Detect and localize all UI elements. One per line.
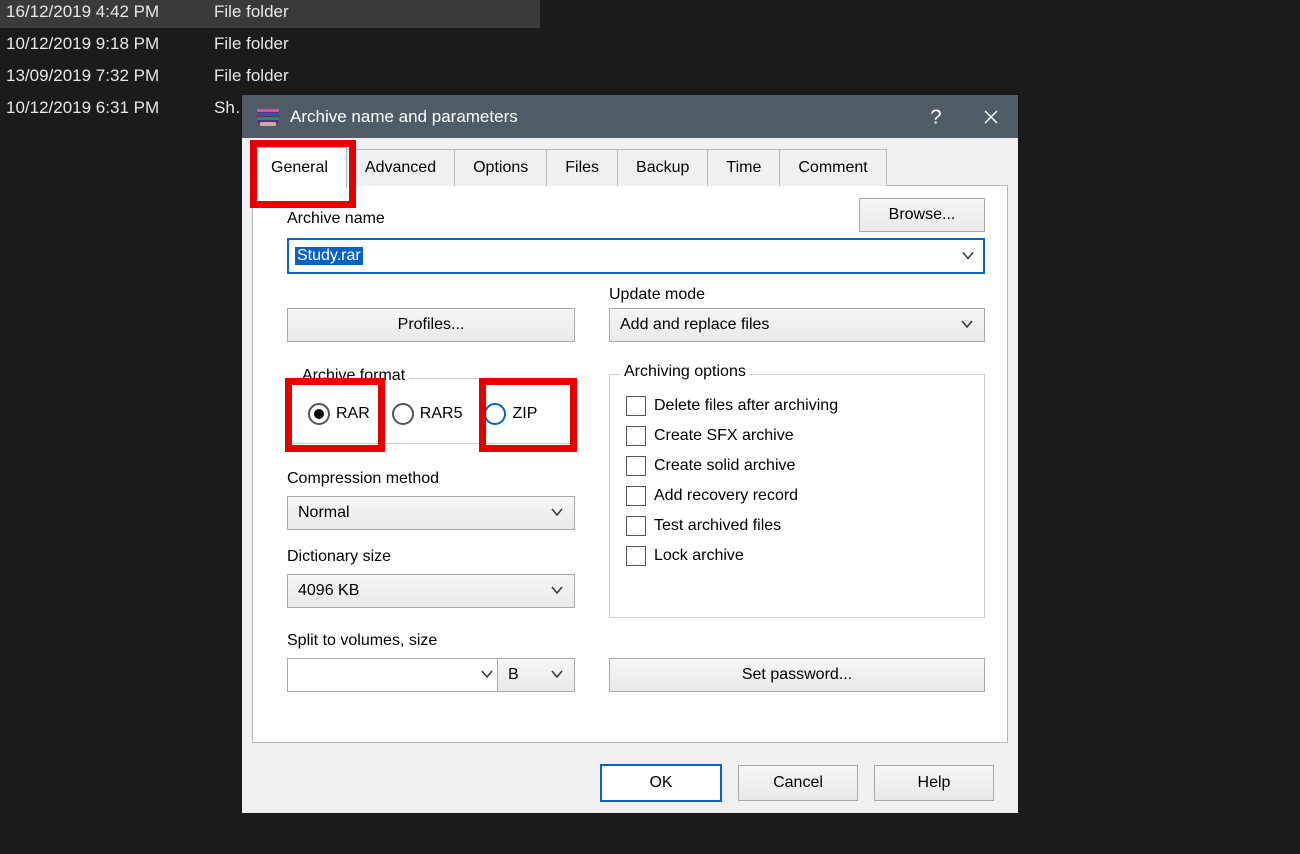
button-label: Set password... [742, 666, 852, 684]
compression-label: Compression method [287, 470, 439, 488]
tab-label: Advanced [365, 159, 436, 177]
radio-label: RAR5 [420, 405, 463, 423]
browse-button[interactable]: Browse... [859, 198, 985, 232]
svg-text:?: ? [930, 107, 941, 127]
set-password-button[interactable]: Set password... [609, 658, 985, 692]
opt-sfx[interactable]: Create SFX archive [626, 421, 968, 451]
split-label: Split to volumes, size [287, 632, 437, 650]
button-label: Browse... [889, 206, 956, 224]
tab-time[interactable]: Time [708, 149, 780, 186]
archive-name-value: Study.rar [295, 247, 363, 265]
dictionary-value: 4096 KB [298, 582, 359, 600]
tab-label: Time [726, 159, 761, 177]
format-rar5-radio[interactable]: RAR5 [392, 403, 463, 425]
compression-combo[interactable]: Normal [287, 496, 575, 530]
tab-general[interactable]: General [252, 147, 347, 188]
dictionary-combo[interactable]: 4096 KB [287, 574, 575, 608]
tab-label: Files [565, 159, 599, 177]
dictionary-label: Dictionary size [287, 548, 391, 566]
cancel-button[interactable]: Cancel [738, 765, 858, 801]
row-date: 10/12/2019 6:31 PM [6, 98, 206, 118]
dialog-title: Archive name and parameters [290, 107, 910, 127]
opt-solid[interactable]: Create solid archive [626, 451, 968, 481]
compression-value: Normal [298, 504, 350, 522]
row-date: 16/12/2019 4:42 PM [6, 2, 206, 22]
button-label: Cancel [773, 774, 823, 792]
chevron-down-icon [550, 666, 564, 684]
chk-label: Add recovery record [654, 487, 798, 505]
update-mode-combo[interactable]: Add and replace files [609, 308, 985, 342]
explorer-row[interactable]: 13/09/2019 7:32 PM File folder [0, 60, 540, 92]
opt-recovery[interactable]: Add recovery record [626, 481, 968, 511]
chk-label: Delete files after archiving [654, 397, 838, 415]
update-mode-label: Update mode [609, 286, 705, 304]
archive-name-input[interactable]: Study.rar [287, 238, 985, 274]
row-date: 10/12/2019 9:18 PM [6, 34, 206, 54]
archive-format-legend: Archive format [298, 367, 409, 385]
archiving-options-legend: Archiving options [620, 363, 750, 381]
archive-name-label: Archive name [287, 210, 385, 228]
tab-label: Options [473, 159, 528, 177]
dialog-titlebar[interactable]: Archive name and parameters ? [242, 95, 1018, 138]
update-mode-value: Add and replace files [620, 316, 769, 334]
tab-files[interactable]: Files [547, 149, 618, 186]
winrar-icon [256, 107, 280, 127]
explorer-row[interactable]: 16/12/2019 4:42 PM File folder [0, 0, 540, 28]
tab-advanced[interactable]: Advanced [347, 149, 455, 186]
chk-label: Create solid archive [654, 457, 795, 475]
row-type: File folder [214, 34, 289, 54]
chk-label: Test archived files [654, 517, 781, 535]
row-type: File folder [214, 2, 289, 22]
dialog-footer: OK Cancel Help [242, 753, 1018, 813]
button-label: Profiles... [398, 316, 465, 334]
tab-label: General [271, 159, 328, 177]
opt-delete-after[interactable]: Delete files after archiving [626, 391, 968, 421]
explorer-row[interactable]: 10/12/2019 9:18 PM File folder [0, 28, 540, 60]
chevron-down-icon [480, 666, 494, 684]
tab-comment[interactable]: Comment [780, 149, 886, 186]
tab-label: Comment [798, 159, 867, 177]
chevron-down-icon [960, 316, 974, 334]
radio-label: RAR [336, 405, 370, 423]
format-zip-radio[interactable]: ZIP [484, 403, 537, 425]
chk-label: Lock archive [654, 547, 744, 565]
chk-label: Create SFX archive [654, 427, 794, 445]
help-button[interactable]: Help [874, 765, 994, 801]
archive-dialog: Archive name and parameters ? General Ad… [242, 95, 1018, 813]
ok-button[interactable]: OK [600, 764, 722, 802]
archive-format-group: Archive format RAR RAR5 ZIP [287, 378, 575, 444]
split-unit-combo[interactable]: B [497, 658, 575, 692]
format-rar-radio[interactable]: RAR [308, 403, 370, 425]
chevron-down-icon [550, 504, 564, 522]
opt-test[interactable]: Test archived files [626, 511, 968, 541]
row-type: File folder [214, 66, 289, 86]
button-label: OK [649, 774, 672, 792]
close-button[interactable] [964, 95, 1018, 138]
tab-strip: General Advanced Options Files Backup Ti… [252, 147, 887, 185]
button-label: Help [918, 774, 951, 792]
tab-backup[interactable]: Backup [618, 149, 708, 186]
archiving-options-group: Archiving options Delete files after arc… [609, 374, 985, 618]
general-panel: Browse... Archive name Study.rar Profile… [252, 185, 1008, 743]
radio-label: ZIP [512, 405, 537, 423]
chevron-down-icon[interactable] [961, 248, 975, 265]
opt-lock[interactable]: Lock archive [626, 541, 968, 571]
tab-label: Backup [636, 159, 689, 177]
row-date: 13/09/2019 7:32 PM [6, 66, 206, 86]
split-size-input[interactable] [287, 658, 505, 692]
chevron-down-icon [550, 582, 564, 600]
profiles-button[interactable]: Profiles... [287, 308, 575, 342]
split-unit-value: B [508, 666, 519, 684]
tab-options[interactable]: Options [455, 149, 547, 186]
help-titlebar-button[interactable]: ? [910, 95, 964, 138]
